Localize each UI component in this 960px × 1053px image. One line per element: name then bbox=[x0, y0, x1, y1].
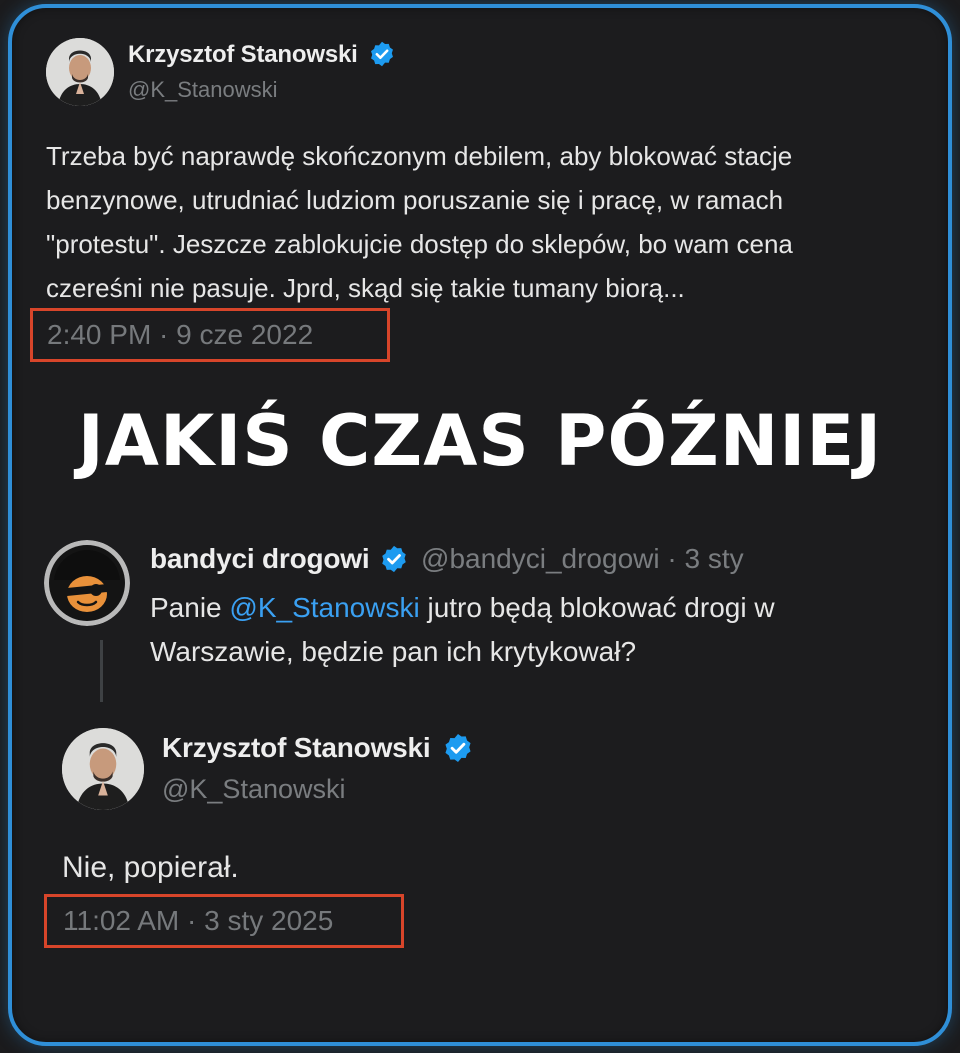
reply-text-suffix: jutro będą blokować drogi w bbox=[419, 592, 775, 623]
thread-connector-line bbox=[100, 640, 103, 702]
author-name-text[interactable]: Krzysztof Stanowski bbox=[128, 41, 358, 68]
reply-text-line: Warszawie, będzie pan ich krytykował? bbox=[150, 636, 637, 667]
person-avatar-icon bbox=[62, 728, 144, 810]
timestamp-highlight: 11:02 AM · 3 sty 2025 bbox=[44, 894, 404, 948]
reply-text-prefix: Panie bbox=[150, 592, 230, 623]
reply-author-handle[interactable]: @bandyci_drogowi bbox=[421, 543, 660, 574]
author-name[interactable]: Krzysztof Stanowski bbox=[128, 40, 396, 70]
reply-author-avatar[interactable] bbox=[44, 540, 130, 626]
verified-badge-icon bbox=[382, 545, 406, 572]
reply-text-line: Panie @K_Stanowski jutro będą blokować d… bbox=[150, 586, 775, 630]
author-name[interactable]: Krzysztof Stanowski bbox=[162, 730, 474, 766]
mention-link[interactable]: @K_Stanowski bbox=[229, 592, 419, 623]
author-name-text[interactable]: Krzysztof Stanowski bbox=[162, 732, 431, 763]
caption-banner: JAKIŚ CZAS PÓŹNIEJ bbox=[77, 400, 883, 482]
author-handle[interactable]: @K_Stanowski bbox=[128, 76, 278, 104]
timestamp[interactable]: 11:02 AM · 3 sty 2025 bbox=[63, 905, 333, 937]
verified-badge-icon bbox=[371, 41, 394, 66]
author-avatar[interactable] bbox=[62, 728, 144, 810]
tweet-text: Nie, popierał. bbox=[62, 851, 239, 884]
reply-date[interactable]: · 3 sty bbox=[667, 543, 743, 574]
reply-header: bandyci drogowi @bandyci_drogowi · 3 sty bbox=[150, 540, 744, 578]
timestamp-highlight: 2:40 PM · 9 cze 2022 bbox=[30, 308, 390, 362]
tweet-text-line: czereśni nie pasuje. Jprd, skąd się taki… bbox=[46, 273, 685, 303]
reply-author-name[interactable]: bandyci drogowi bbox=[150, 543, 370, 574]
tweet-text: Trzeba być naprawdę skończonym debilem, … bbox=[46, 134, 793, 310]
reply-text: Panie @K_Stanowski jutro będą blokować d… bbox=[150, 586, 775, 674]
tweet-text-line: benzynowe, utrudniać ludziom poruszanie … bbox=[46, 185, 784, 215]
person-avatar-icon bbox=[46, 38, 114, 106]
author-avatar[interactable] bbox=[46, 38, 114, 106]
tweet-text-line: Trzeba być naprawdę skończonym debilem, … bbox=[46, 141, 793, 171]
timestamp[interactable]: 2:40 PM · 9 cze 2022 bbox=[47, 319, 313, 351]
masked-face-avatar-icon bbox=[44, 540, 130, 626]
tweet-text-line: "protestu". Jeszcze zablokujcie dostęp d… bbox=[46, 229, 793, 259]
verified-badge-icon bbox=[445, 733, 471, 762]
author-handle[interactable]: @K_Stanowski bbox=[162, 772, 346, 806]
